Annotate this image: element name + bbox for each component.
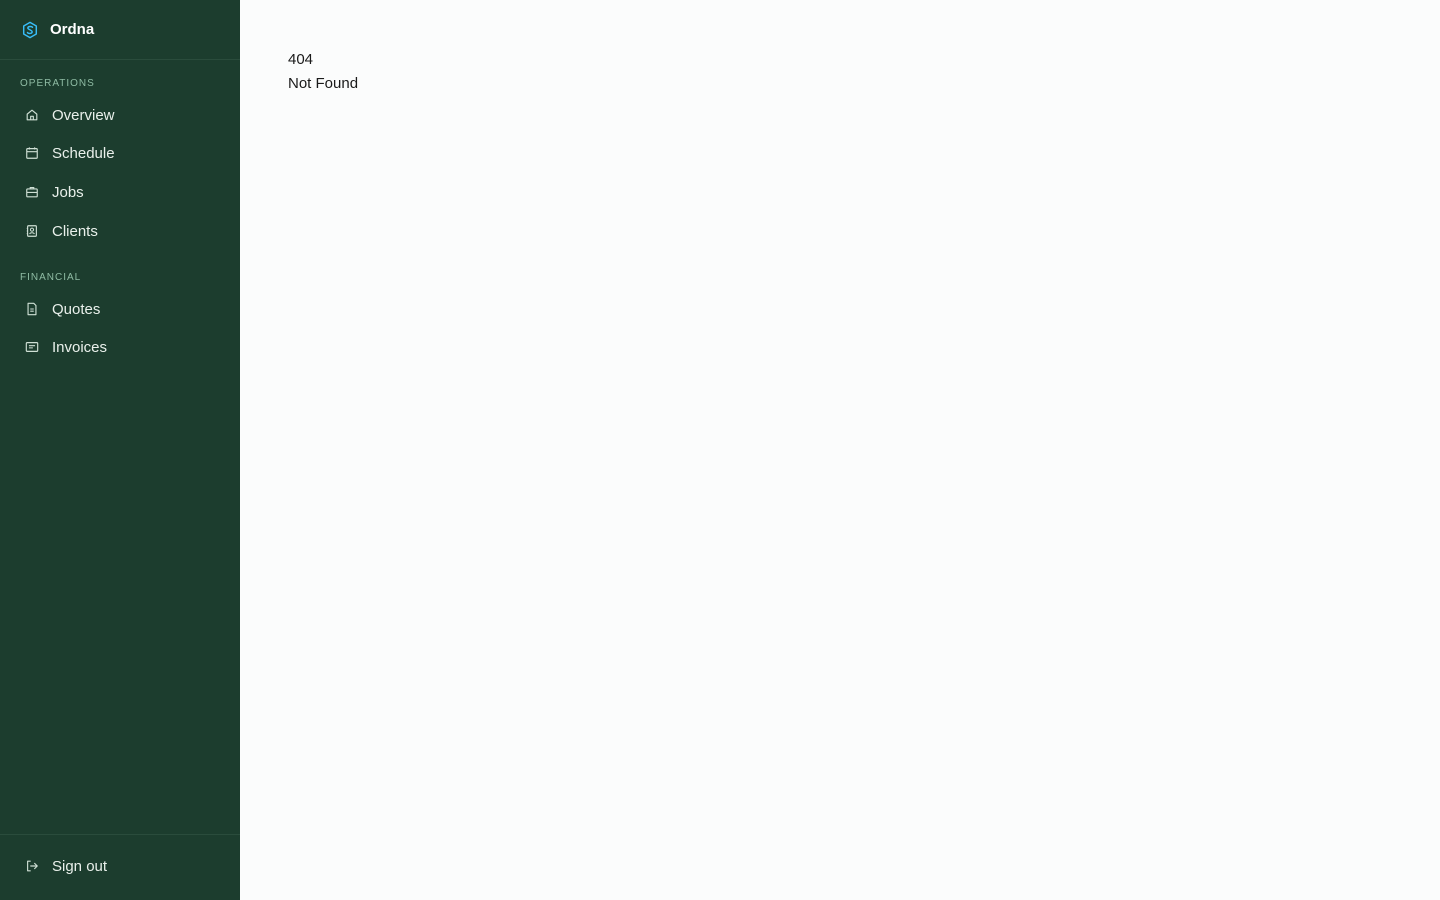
sidebar-item-clients[interactable]: Clients — [0, 214, 240, 248]
section-label-operations: Operations — [20, 78, 95, 89]
sidebar-item-label: Clients — [52, 222, 98, 240]
receipt-icon — [24, 339, 40, 355]
document-icon — [24, 301, 40, 317]
sidebar-item-quotes[interactable]: Quotes — [0, 292, 240, 326]
error-message: Not Found — [288, 75, 359, 92]
sidebar-item-label: Quotes — [52, 300, 101, 318]
sidebar-item-invoices[interactable]: Invoices — [0, 330, 240, 364]
sign-out-label: Sign out — [52, 857, 108, 875]
sidebar-item-label: Schedule — [52, 144, 115, 162]
main-content: 404 Not Found — [240, 0, 1440, 900]
calendar-icon — [24, 145, 40, 161]
brand-name: Ordna — [50, 21, 95, 38]
sidebar-item-label: Invoices — [52, 338, 108, 356]
logout-icon — [24, 858, 40, 874]
briefcase-icon — [24, 184, 40, 200]
section-label-financial: Financial — [20, 272, 82, 283]
sidebar-footer: Sign out — [0, 834, 240, 900]
brand[interactable]: Ordna — [0, 0, 240, 60]
sidebar-item-label: Overview — [52, 106, 115, 124]
home-icon — [24, 107, 40, 123]
sidebar-item-overview[interactable]: Overview — [0, 98, 240, 132]
sidebar: Ordna Operations Overview Schedule Jobs … — [0, 0, 240, 900]
logo-s-icon — [20, 20, 40, 40]
contact-icon — [24, 223, 40, 239]
sidebar-item-schedule[interactable]: Schedule — [0, 136, 240, 170]
sign-out-button[interactable]: Sign out — [0, 849, 240, 883]
error-status-code: 404 — [288, 51, 314, 68]
sidebar-item-label: Jobs — [52, 183, 84, 201]
sidebar-item-jobs[interactable]: Jobs — [0, 175, 240, 209]
